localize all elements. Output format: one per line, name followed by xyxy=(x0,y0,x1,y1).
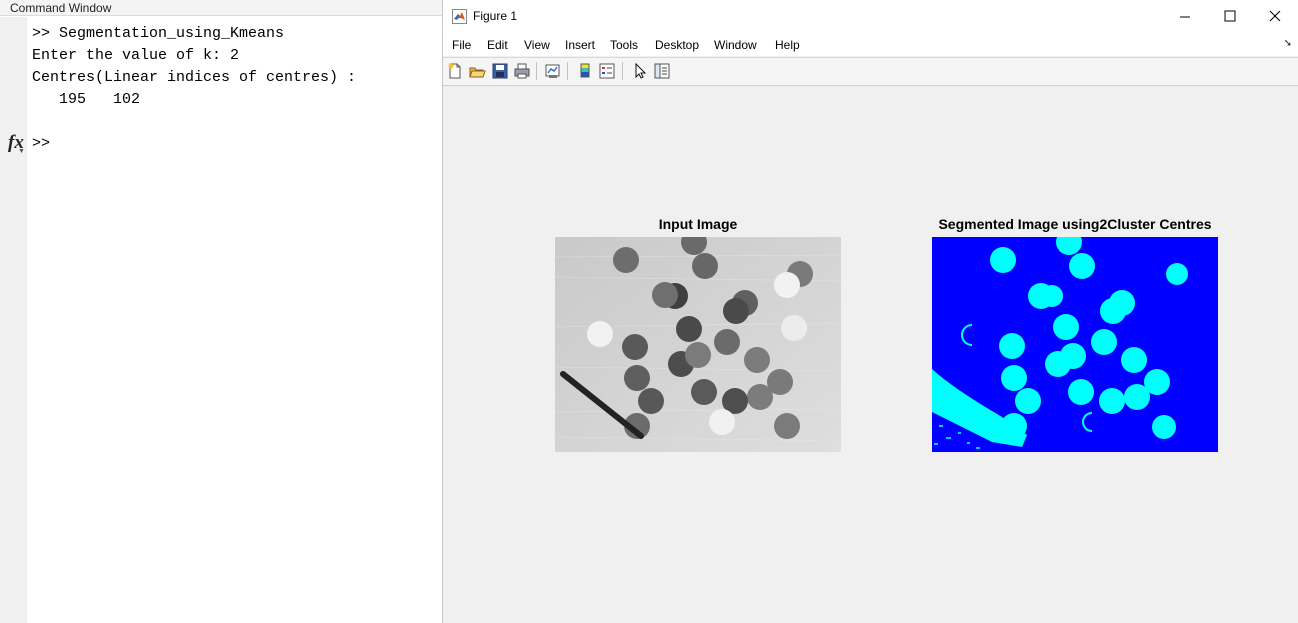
menu-bar: File Edit View Insert Tools Desktop Wind… xyxy=(443,34,1298,56)
edit-plot-icon[interactable] xyxy=(631,62,649,80)
command-window-gutter xyxy=(0,17,27,623)
toolbar-separator xyxy=(567,62,568,80)
figure-window: Figure 1 File Edit View Insert Tools Des… xyxy=(443,0,1298,623)
save-icon[interactable] xyxy=(491,62,509,80)
figure-title: Figure 1 xyxy=(473,9,518,23)
command-window-title: Command Window xyxy=(0,0,442,16)
toolbar-separator xyxy=(536,62,537,80)
figure-title-bar[interactable]: Figure 1 xyxy=(443,0,1298,34)
menu-edit[interactable]: Edit xyxy=(487,38,508,52)
link-plot-icon[interactable] xyxy=(544,62,562,80)
new-figure-icon[interactable] xyxy=(446,62,464,80)
property-inspector-icon[interactable] xyxy=(653,62,671,80)
menu-insert[interactable]: Insert xyxy=(565,38,595,52)
command-line: Centres(Linear indices of centres) : xyxy=(32,69,357,86)
maximize-button[interactable] xyxy=(1207,5,1253,29)
menu-help[interactable]: Help xyxy=(775,38,800,52)
command-prompt[interactable]: >> xyxy=(32,134,50,154)
input-image-title: Input Image xyxy=(658,216,738,232)
open-file-icon[interactable] xyxy=(468,62,486,80)
command-window[interactable]: Command Window >> Segmentation_using_Kme… xyxy=(0,0,442,623)
figure-toolbar xyxy=(443,57,1298,86)
command-line: 195 102 xyxy=(32,91,141,108)
menu-view[interactable]: View xyxy=(524,38,550,52)
print-icon[interactable] xyxy=(513,62,531,80)
matlab-logo-icon xyxy=(452,9,467,24)
minimize-button[interactable] xyxy=(1162,5,1208,29)
input-image[interactable] xyxy=(554,229,842,452)
segmented-image[interactable] xyxy=(932,229,1218,452)
menu-file[interactable]: File xyxy=(452,38,471,52)
menu-window[interactable]: Window xyxy=(714,38,757,52)
close-button[interactable] xyxy=(1253,5,1298,29)
menu-desktop[interactable]: Desktop xyxy=(655,38,699,52)
command-line: Enter the value of k: 2 xyxy=(32,47,240,64)
chevron-down-icon[interactable]: ▼ xyxy=(18,148,25,155)
toolbar-separator xyxy=(622,62,623,80)
menu-tools[interactable]: Tools xyxy=(610,38,638,52)
insert-colorbar-icon[interactable] xyxy=(576,62,594,80)
segmented-image-title: Segmented Image using2Cluster Centres xyxy=(938,216,1212,232)
insert-legend-icon[interactable] xyxy=(598,62,616,80)
command-line: >> Segmentation_using_Kmeans xyxy=(32,25,285,42)
dock-arrow-icon[interactable]: ➘ xyxy=(1284,38,1292,49)
